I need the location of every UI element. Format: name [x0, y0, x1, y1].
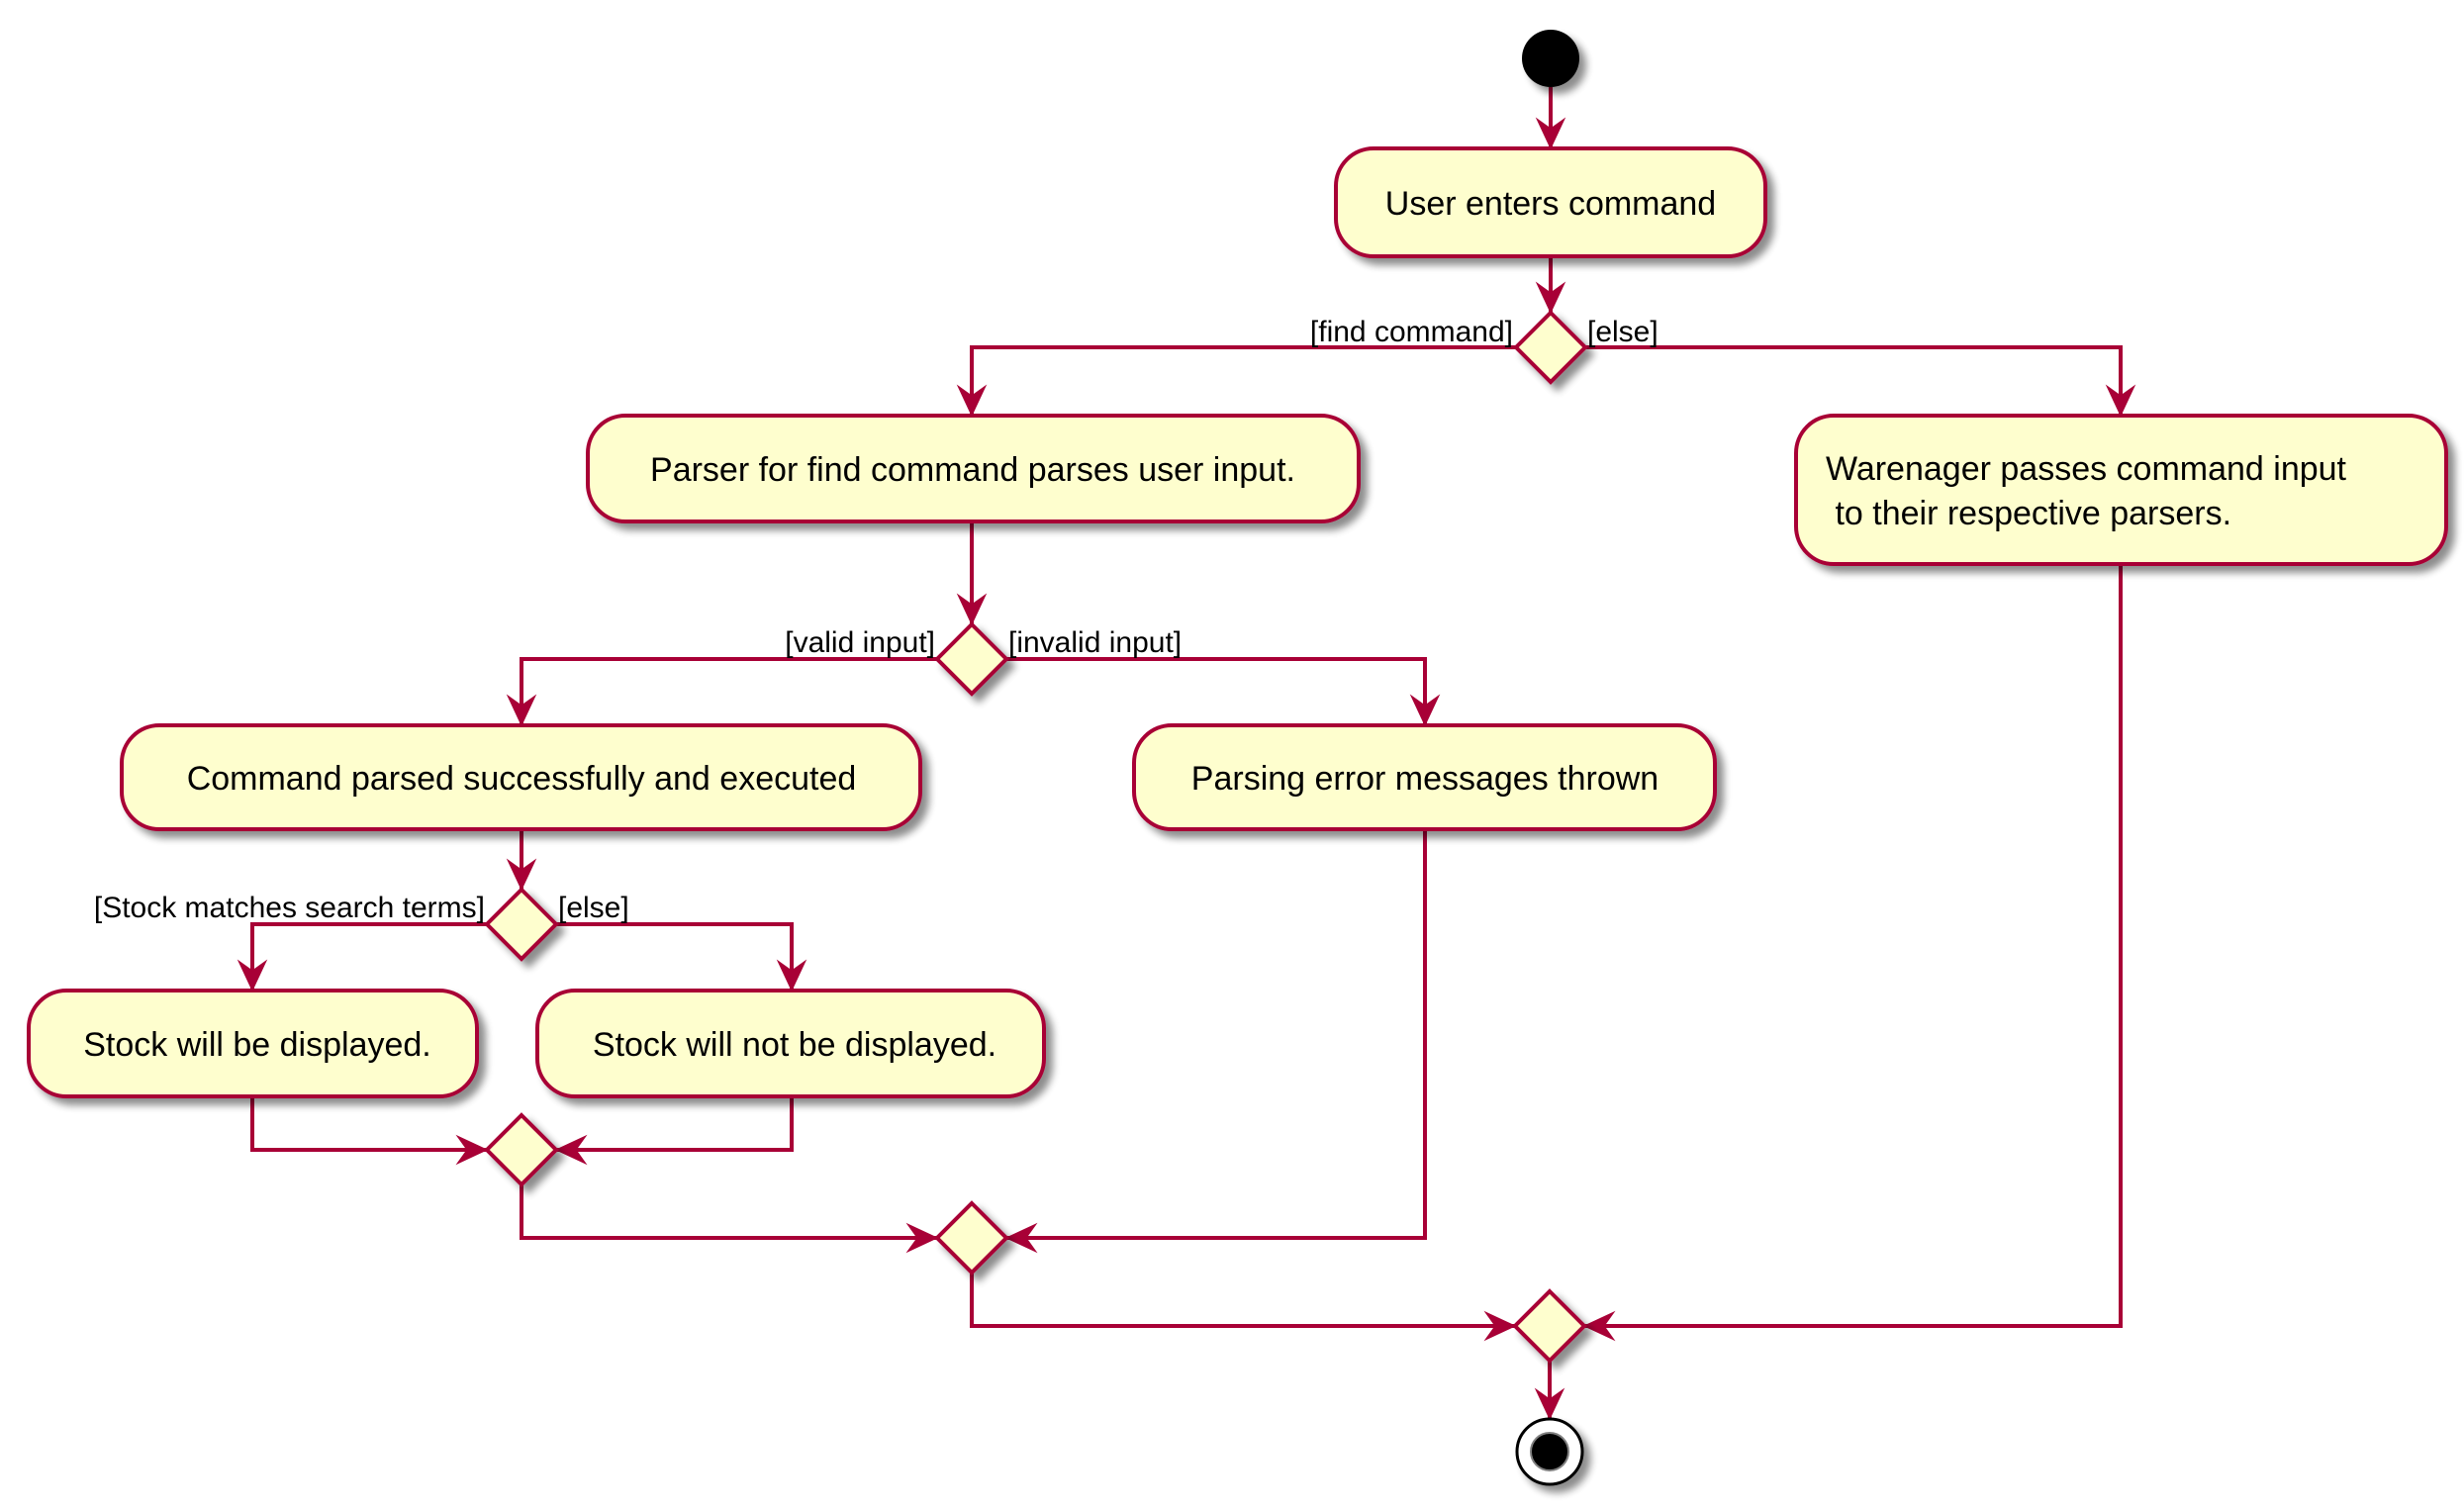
action-label: Parsing error messages thrown — [1191, 760, 1658, 798]
edge-find-command-branch — [970, 345, 1516, 416]
action-parser-find: Parser for find command parses user inpu… — [586, 414, 1361, 523]
edge-else-branch — [1585, 345, 2123, 416]
action-command-parsed: Command parsed successfully and executed — [120, 723, 922, 831]
edge-displayed-to-merge — [250, 1096, 487, 1152]
edge-merge-to-final-merge — [970, 1273, 1515, 1328]
guard-find-command: [find command] — [1310, 316, 1513, 348]
action-parsing-error: Parsing error messages thrown — [1132, 723, 1717, 831]
action-label: User enters command — [1385, 185, 1716, 223]
end-node — [1515, 1417, 1584, 1486]
decision-command-type: [find command] [else] — [1310, 310, 1658, 385]
action-user-enters-command: User enters command — [1334, 146, 1767, 258]
nodes: User enters command [find command] [else… — [27, 30, 2448, 1486]
merge-input-validity — [934, 1200, 1009, 1276]
guard-invalid-input: [invalid input] — [1008, 626, 1182, 659]
edge-matches-branch — [250, 922, 487, 991]
action-warenager-passes: Warenager passes command input to their … — [1794, 414, 2448, 566]
edge-warenager-to-merge — [1584, 564, 2123, 1328]
action-stock-not-displayed: Stock will not be displayed. — [535, 989, 1046, 1098]
guard-stock-matches: [Stock matches search terms] — [94, 892, 485, 924]
guard-valid-input: [valid input] — [785, 626, 935, 659]
action-label-line-2: to their respective parsers. — [1826, 495, 2231, 532]
edge-no-match-branch — [556, 922, 794, 991]
action-label: Stock will not be displayed. — [593, 1026, 996, 1064]
activity-diagram: User enters command [find command] [else… — [27, 30, 2448, 1486]
edge-error-to-merge — [1006, 829, 1427, 1240]
edge-merge-to-merge — [520, 1184, 937, 1240]
merge-stock-match — [484, 1112, 559, 1187]
merge-command-type — [1512, 1288, 1587, 1364]
action-label: Command parsed successfully and executed — [187, 760, 857, 798]
guard-else: [else] — [558, 892, 629, 924]
action-label-line-1: Warenager passes command input — [1826, 450, 2347, 488]
action-label: Parser for find command parses user inpu… — [650, 451, 1295, 489]
guard-else: [else] — [1587, 316, 1658, 348]
edge-valid-input-branch — [520, 657, 937, 725]
edge-not-displayed-to-merge — [556, 1096, 794, 1152]
start-node — [1522, 30, 1579, 87]
action-stock-displayed: Stock will be displayed. — [27, 989, 479, 1098]
edge-invalid-input-branch — [1006, 657, 1427, 725]
action-label: Stock will be displayed. — [83, 1026, 431, 1064]
